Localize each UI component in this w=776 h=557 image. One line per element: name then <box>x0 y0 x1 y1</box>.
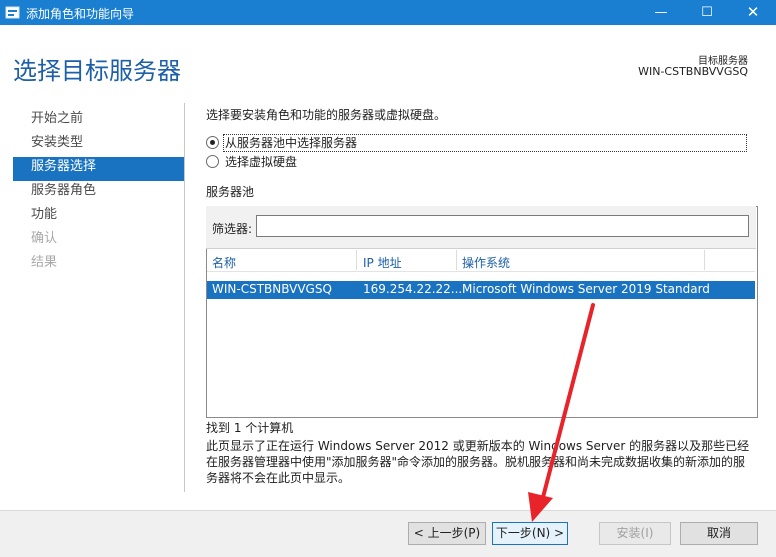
nav-item-server-selection[interactable]: 服务器选择 <box>13 157 184 181</box>
maximize-button[interactable]: ☐ <box>684 0 730 25</box>
filter-input[interactable] <box>256 215 749 237</box>
previous-button[interactable]: < 上一步(P) <box>408 522 486 545</box>
nav-item-features[interactable]: 功能 <box>13 205 184 229</box>
cell-server-name: WIN-CSTBNBVVGSQ <box>212 282 332 296</box>
destination-server-name: WIN-CSTBNBVVGSQ <box>638 65 748 78</box>
server-pool-title: 服务器池 <box>206 185 255 199</box>
radio-label-server-pool: 从服务器池中选择服务器 <box>225 136 358 150</box>
wizard-nav: 开始之前 安装类型 服务器选择 服务器角色 功能 确认 结果 <box>13 109 184 277</box>
column-header-name[interactable]: 名称 <box>212 254 236 271</box>
filter-label: 筛选器: <box>212 222 253 236</box>
column-divider[interactable] <box>456 250 457 270</box>
page-title: 选择目标服务器 <box>13 57 181 85</box>
minimize-button[interactable]: — <box>638 0 684 25</box>
radio-option-virtual-disk[interactable]: 选择虚拟硬盘 <box>206 153 297 171</box>
radio-option-server-pool[interactable]: 从服务器池中选择服务器 <box>206 134 357 152</box>
nav-item-results: 结果 <box>31 255 58 270</box>
next-button[interactable]: 下一步(N) > <box>492 522 568 545</box>
server-manager-icon <box>5 6 20 19</box>
radio-button-checked[interactable] <box>206 136 219 149</box>
radio-button-unchecked[interactable] <box>206 155 219 168</box>
column-header-ip[interactable]: IP 地址 <box>363 254 402 271</box>
column-divider[interactable] <box>356 250 357 270</box>
nav-item-confirmation: 确认 <box>31 231 58 246</box>
found-count-text: 找到 1 个计算机 <box>206 421 294 435</box>
column-divider[interactable] <box>704 250 705 270</box>
nav-item-installation-type[interactable]: 安装类型 <box>13 133 184 157</box>
intro-text: 选择要安装角色和功能的服务器或虚拟硬盘。 <box>206 108 447 122</box>
cell-operating-system: Microsoft Windows Server 2019 Standard <box>462 282 710 296</box>
header-underline <box>207 271 755 272</box>
nav-divider <box>184 103 185 492</box>
close-button[interactable]: ✕ <box>730 0 776 25</box>
description-text: 此页显示了正在运行 Windows Server 2012 或更新版本的 Win… <box>206 439 750 485</box>
radio-label-virtual-disk: 选择虚拟硬盘 <box>225 155 298 169</box>
window-title: 添加角色和功能向导 <box>26 7 135 21</box>
cancel-button[interactable]: 取消 <box>680 522 758 545</box>
nav-item-before-you-begin[interactable]: 开始之前 <box>13 109 184 133</box>
window-titlebar: 添加角色和功能向导 — ☐ ✕ <box>0 0 776 25</box>
nav-item-server-roles[interactable]: 服务器角色 <box>13 181 184 205</box>
cell-ip-address: 169.254.22.22... <box>363 282 463 296</box>
install-button: 安装(I) <box>599 522 671 545</box>
column-header-os[interactable]: 操作系统 <box>462 254 510 271</box>
